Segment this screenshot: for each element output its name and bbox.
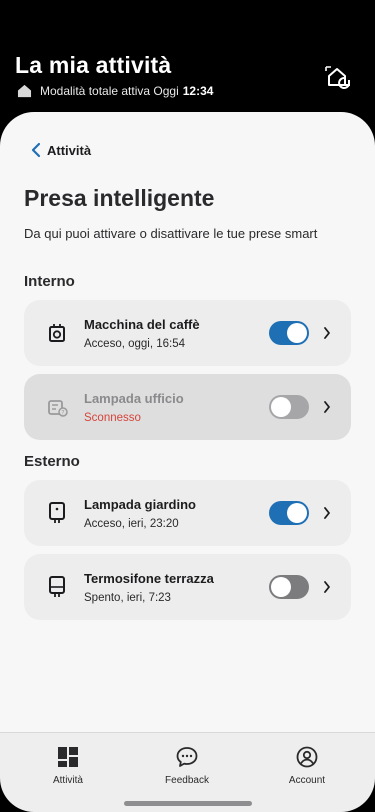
mode-status-time: 12:34 [182, 84, 214, 98]
device-status: Acceso, ieri, 23:20 [84, 518, 179, 530]
home-indicator[interactable] [124, 801, 252, 806]
device-name: Lampada ufficio [84, 391, 184, 406]
tab-label: Attività [52, 775, 83, 786]
chevron-right-icon[interactable] [323, 506, 331, 520]
toggle-knob [271, 577, 291, 597]
device-toggle[interactable] [269, 321, 309, 345]
tab-feedback[interactable]: Feedback [147, 745, 227, 786]
bottom-tab-bar: Attività Feedback Account [0, 732, 375, 812]
page-description: Da qui puoi attivare o disattivare le tu… [24, 226, 318, 241]
svg-text:?: ? [61, 410, 64, 417]
lamp-disconnected-icon: ? [48, 400, 68, 417]
header-title: La mia attività [15, 52, 172, 78]
plug-icon [49, 502, 65, 523]
device-toggle[interactable] [269, 575, 309, 599]
mode-status: Modalità totale attiva Oggi 12:34 [17, 84, 213, 98]
device-status: Sconnesso [84, 412, 141, 424]
phone-screen: La mia attività Modalità totale attiva O… [0, 0, 375, 812]
tab-label: Feedback [165, 775, 209, 786]
device-card[interactable]: Termosifone terrazza Spento, ieri, 7:23 [24, 554, 351, 620]
device-toggle[interactable] [269, 395, 309, 419]
home-sync-icon[interactable] [325, 64, 353, 90]
mode-status-text: Modalità totale attiva Oggi [40, 84, 179, 98]
chevron-right-icon[interactable] [323, 400, 331, 414]
device-card[interactable]: ? Lampada ufficio Sconnesso [24, 374, 351, 440]
chat-bubble-icon [176, 747, 198, 767]
device-status: Acceso, oggi, 16:54 [84, 338, 186, 350]
tab-attivita[interactable]: Attività [28, 745, 108, 786]
home-icon [17, 84, 32, 98]
toggle-knob [287, 503, 307, 523]
toggle-knob [271, 397, 291, 417]
device-card[interactable]: Lampada giardino Acceso, ieri, 23:20 [24, 480, 351, 546]
chevron-right-icon[interactable] [323, 326, 331, 340]
back-link[interactable]: Attività [30, 142, 91, 158]
content-sheet: Attività Presa intelligente Da qui puoi … [0, 112, 375, 732]
section-label-esterno: Esterno [24, 453, 80, 470]
device-name: Termosifone terrazza [84, 571, 214, 586]
dashboard-icon [58, 747, 78, 767]
user-icon [296, 746, 318, 768]
device-name: Macchina del caffè [84, 317, 200, 332]
tab-account[interactable]: Account [267, 745, 347, 786]
toggle-knob [287, 323, 307, 343]
chevron-left-icon [31, 142, 41, 158]
tab-label: Account [288, 775, 326, 786]
device-card[interactable]: Macchina del caffè Acceso, oggi, 16:54 [24, 300, 351, 366]
back-link-label: Attività [47, 142, 92, 158]
page-title: Presa intelligente [24, 185, 215, 211]
device-name: Lampada giardino [84, 497, 196, 512]
section-label-interno: Interno [24, 273, 75, 290]
chevron-right-icon[interactable] [323, 580, 331, 594]
device-status: Spento, ieri, 7:23 [84, 592, 171, 604]
coffee-machine-icon [49, 324, 65, 342]
device-toggle[interactable] [269, 501, 309, 525]
heater-plug-icon [49, 576, 65, 597]
